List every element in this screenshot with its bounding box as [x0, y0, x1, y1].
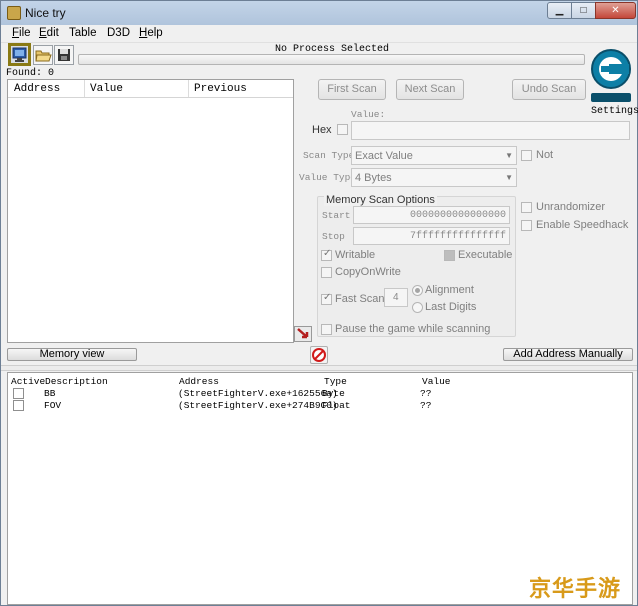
column-active[interactable]: Active	[11, 376, 45, 387]
memory-view-button[interactable]: Memory view	[7, 348, 137, 361]
row-description: FOV	[44, 400, 62, 411]
last-digits-label: Last Digits	[425, 301, 477, 313]
value-label: Value:	[351, 109, 386, 120]
app-icon	[7, 6, 21, 20]
table-row[interactable]: FOV (StreetFighterV.exe+274B9C0) Float ?…	[8, 399, 632, 411]
open-process-button[interactable]	[8, 43, 31, 66]
save-button[interactable]	[54, 45, 74, 65]
column-type[interactable]: Type	[324, 376, 347, 387]
unrandomizer-label: Unrandomizer	[536, 201, 606, 213]
value-type-dropdown[interactable]: 4 Bytes ▼	[351, 168, 517, 187]
unrandomizer-checkbox[interactable]	[521, 202, 532, 213]
chevron-down-icon: ▼	[505, 173, 513, 182]
window-title: Nice try	[25, 6, 66, 20]
clear-list-button[interactable]	[310, 346, 328, 364]
scan-type-value: Exact Value	[355, 150, 413, 162]
stop-address-input[interactable]: 7fffffffffffffff	[353, 227, 510, 245]
scan-type-label: Scan Type	[303, 150, 355, 161]
column-previous[interactable]: Previous	[194, 83, 247, 95]
found-count-label: Found: 0	[6, 68, 55, 79]
speedhack-label: Enable Speedhack	[536, 219, 629, 231]
alignment-radio[interactable]	[412, 285, 423, 296]
red-arrow-icon	[297, 328, 309, 339]
fast-scan-label: Fast Scan	[335, 293, 385, 305]
memory-scan-options-title: Memory Scan Options	[324, 194, 437, 206]
table-row[interactable]: BB (StreetFighterV.exe+162556a) Byte ??	[8, 387, 632, 399]
copy-on-write-label: CopyOnWrite	[335, 266, 401, 278]
column-value[interactable]: Value	[422, 376, 451, 387]
active-checkbox[interactable]	[13, 400, 24, 411]
row-type: Byte	[322, 388, 345, 399]
start-address-value: 0000000000000000	[409, 210, 506, 221]
not-label: Not	[536, 149, 554, 161]
fast-scan-input[interactable]: 4	[384, 288, 408, 307]
column-address[interactable]: Address	[179, 376, 219, 387]
menu-help[interactable]: Help	[139, 27, 163, 39]
writable-label: Writable	[335, 249, 376, 261]
row-type: Float	[322, 400, 351, 411]
menu-bar: File Edit Table D3D Help	[1, 25, 637, 43]
add-address-manually-button[interactable]: Add Address Manually	[503, 348, 633, 361]
column-description[interactable]: Description	[45, 376, 108, 387]
row-value: ??	[420, 388, 432, 399]
menu-file[interactable]: File	[12, 27, 31, 39]
results-header: Address Value Previous	[8, 80, 293, 98]
pause-game-checkbox[interactable]	[321, 324, 332, 335]
executable-label: Executable	[458, 249, 513, 261]
watermark-logo: 京华手游网	[529, 576, 622, 601]
stop-address-value: 7fffffffffffffff	[409, 231, 506, 242]
hex-label: Hex	[312, 124, 332, 136]
stop-label: Stop	[322, 231, 345, 242]
menu-edit[interactable]: Edit	[39, 27, 59, 39]
column-divider	[188, 80, 189, 97]
copy-on-write-checkbox[interactable]	[321, 267, 332, 278]
menu-table[interactable]: Table	[69, 27, 97, 39]
not-checkbox[interactable]	[521, 150, 532, 161]
minimize-button[interactable]: ▁	[547, 2, 572, 19]
menu-d3d[interactable]: D3D	[107, 27, 130, 39]
open-file-button[interactable]	[33, 45, 53, 65]
maximize-button[interactable]: □	[571, 2, 596, 19]
value-type-value: 4 Bytes	[355, 172, 392, 184]
close-button[interactable]: ✕	[595, 2, 636, 19]
cheat-engine-logo-icon[interactable]	[589, 43, 635, 105]
hex-checkbox[interactable]	[337, 124, 348, 135]
executable-checkbox[interactable]	[444, 250, 455, 261]
found-results-list[interactable]: Address Value Previous	[7, 79, 294, 343]
computer-icon	[12, 47, 27, 62]
column-address[interactable]: Address	[14, 83, 60, 95]
scan-progress-bar	[78, 54, 585, 65]
undo-scan-button[interactable]: Undo Scan	[512, 79, 586, 100]
row-value: ??	[420, 400, 432, 411]
title-bar[interactable]: Nice try ▁ □ ✕	[1, 1, 637, 25]
speedhack-checkbox[interactable]	[521, 220, 532, 231]
active-checkbox[interactable]	[13, 388, 24, 399]
last-digits-radio[interactable]	[412, 302, 423, 313]
settings-link[interactable]: Settings	[591, 106, 638, 117]
no-sign-icon	[312, 348, 326, 362]
pause-game-label: Pause the game while scanning	[335, 323, 491, 335]
scan-type-dropdown[interactable]: Exact Value ▼	[351, 146, 517, 165]
row-address: (StreetFighterV.exe+162556a)	[178, 388, 338, 399]
start-label: Start	[322, 210, 351, 221]
column-divider	[84, 80, 85, 97]
open-folder-icon	[35, 50, 52, 62]
row-description: BB	[44, 388, 56, 399]
value-type-label: Value Type	[299, 172, 357, 183]
column-value[interactable]: Value	[90, 83, 123, 95]
chevron-down-icon: ▼	[505, 151, 513, 160]
add-to-list-button[interactable]	[294, 326, 312, 342]
first-scan-button[interactable]: First Scan	[318, 79, 386, 100]
next-scan-button[interactable]: Next Scan	[396, 79, 464, 100]
start-address-input[interactable]: 0000000000000000	[353, 206, 510, 224]
row-address: (StreetFighterV.exe+274B9C0)	[178, 400, 338, 411]
fast-scan-checkbox[interactable]	[321, 292, 332, 305]
writable-checkbox[interactable]	[321, 248, 332, 261]
fast-scan-value: 4	[393, 292, 399, 303]
panel-splitter[interactable]	[1, 365, 637, 371]
alignment-label: Alignment	[425, 284, 474, 296]
value-input[interactable]	[351, 121, 630, 140]
save-disk-icon	[58, 49, 70, 61]
app-window: Nice try ▁ □ ✕ File Edit Table D3D Help	[0, 0, 638, 606]
